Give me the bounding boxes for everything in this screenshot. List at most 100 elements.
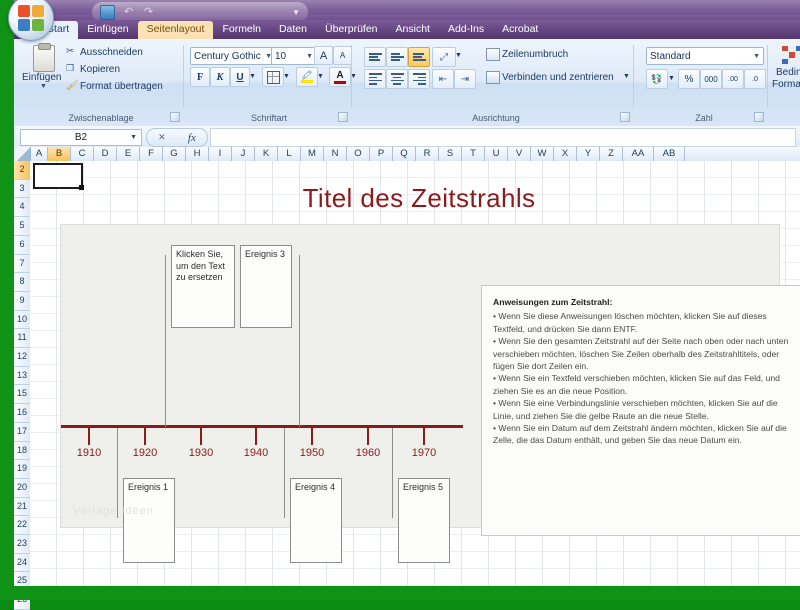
borders-dropdown-icon[interactable]: ▼ bbox=[283, 73, 290, 80]
connector-line[interactable] bbox=[165, 255, 166, 427]
row-header-13[interactable]: 13 bbox=[14, 366, 30, 386]
column-header-z[interactable]: Z bbox=[600, 147, 623, 161]
increase-decimal-button[interactable]: .00 bbox=[722, 69, 744, 89]
column-header-k[interactable]: K bbox=[255, 147, 278, 161]
event-box-below-1[interactable]: Ereignis 1 bbox=[123, 478, 175, 563]
event-box-above-1[interactable]: Klicken Sie, um den Text zu ersetzen bbox=[171, 245, 235, 328]
font-size-combo[interactable]: 10 ▼ bbox=[271, 47, 317, 65]
font-name-combo[interactable]: Century Gothic ▼ bbox=[190, 47, 276, 65]
row-header-16[interactable]: 16 bbox=[14, 404, 30, 423]
connector-line[interactable] bbox=[284, 428, 285, 518]
row-header-19[interactable]: 19 bbox=[14, 460, 30, 479]
paste-button[interactable]: Einfügen ▼ bbox=[22, 43, 61, 91]
row-header-11[interactable]: 11 bbox=[14, 329, 30, 349]
timeline-title[interactable]: Titel des Zeitstrahls bbox=[60, 183, 778, 214]
alignment-dialog-launcher[interactable] bbox=[620, 112, 630, 122]
cancel-formula-icon[interactable]: ✕ bbox=[158, 132, 166, 143]
tab-ansicht[interactable]: Ansicht bbox=[387, 21, 439, 39]
align-left-button[interactable] bbox=[364, 69, 386, 89]
timeline-canvas[interactable]: 1910 1920 1930 1940 1950 1960 1970 Klick… bbox=[60, 224, 800, 563]
select-all-corner[interactable] bbox=[14, 147, 31, 161]
increase-font-size-button[interactable]: A bbox=[314, 46, 333, 65]
event-box-above-2[interactable]: Ereignis 3 bbox=[240, 245, 292, 328]
name-box[interactable]: B2 ▼ bbox=[20, 129, 142, 146]
column-header-h[interactable]: H bbox=[186, 147, 209, 161]
underline-dropdown-icon[interactable]: ▼ bbox=[249, 73, 256, 80]
increase-indent-button[interactable]: ⇥ bbox=[454, 69, 476, 89]
row-header-23[interactable]: 23 bbox=[14, 535, 30, 554]
column-header-e[interactable]: E bbox=[117, 147, 140, 161]
align-bottom-button[interactable] bbox=[408, 47, 430, 67]
chevron-down-icon[interactable]: ▼ bbox=[302, 53, 313, 60]
column-header-q[interactable]: Q bbox=[393, 147, 416, 161]
column-header-b[interactable]: B bbox=[48, 147, 71, 161]
currency-button[interactable]: 💱 bbox=[646, 69, 668, 89]
column-header-m[interactable]: M bbox=[301, 147, 324, 161]
row-header-9[interactable]: 9 bbox=[14, 291, 30, 311]
worksheet-grid[interactable]: 1910 1920 1930 1940 1950 1960 1970 Klick… bbox=[30, 161, 800, 586]
row-header-20[interactable]: 20 bbox=[14, 478, 30, 498]
row-header-24[interactable]: 24 bbox=[14, 553, 30, 573]
row-header-2[interactable]: 2 bbox=[14, 161, 30, 180]
fill-color-button[interactable]: 🖍 bbox=[296, 67, 318, 87]
column-header-f[interactable]: F bbox=[140, 147, 163, 161]
connector-line[interactable] bbox=[299, 255, 300, 427]
column-header-v[interactable]: V bbox=[508, 147, 531, 161]
decrease-indent-button[interactable]: ⇤ bbox=[432, 69, 454, 89]
column-header-s[interactable]: S bbox=[439, 147, 462, 161]
conditional-formatting-label-line1[interactable]: Bedin bbox=[776, 67, 800, 78]
column-header-o[interactable]: O bbox=[347, 147, 370, 161]
tab-formeln[interactable]: Formeln bbox=[213, 21, 270, 39]
column-header-l[interactable]: L bbox=[278, 147, 301, 161]
row-header-22[interactable]: 22 bbox=[14, 516, 30, 536]
orientation-dropdown-icon[interactable]: ▼ bbox=[455, 52, 462, 59]
column-header-d[interactable]: D bbox=[94, 147, 117, 161]
percent-style-button[interactable]: % bbox=[678, 69, 700, 89]
event-box-below-2[interactable]: Ereignis 4 bbox=[290, 478, 342, 563]
undo-icon[interactable]: ↶ bbox=[122, 6, 135, 19]
fill-color-dropdown-icon[interactable]: ▼ bbox=[317, 73, 324, 80]
column-header-y[interactable]: Y bbox=[577, 147, 600, 161]
tab-daten[interactable]: Daten bbox=[270, 21, 316, 39]
orientation-button[interactable]: ⤢ bbox=[432, 47, 456, 67]
row-header-8[interactable]: 8 bbox=[14, 273, 30, 292]
font-color-button[interactable]: A bbox=[329, 67, 351, 87]
tab-seitenlayout[interactable]: Seitenlayout bbox=[137, 21, 214, 39]
underline-button[interactable]: U bbox=[230, 67, 250, 87]
row-header-6[interactable]: 6 bbox=[14, 235, 30, 255]
tab-ueberpruefen[interactable]: Überprüfen bbox=[316, 21, 387, 39]
column-header-g[interactable]: G bbox=[163, 147, 186, 161]
connector-line[interactable] bbox=[392, 428, 393, 518]
redo-icon[interactable]: ↷ bbox=[142, 6, 155, 19]
event-box-below-3[interactable]: Ereignis 5 bbox=[398, 478, 450, 563]
column-header-c[interactable]: C bbox=[71, 147, 94, 161]
currency-dropdown-icon[interactable]: ▼ bbox=[668, 75, 675, 82]
formula-input[interactable] bbox=[210, 128, 796, 147]
align-right-button[interactable] bbox=[408, 69, 430, 89]
align-top-button[interactable] bbox=[364, 47, 386, 67]
font-dialog-launcher[interactable] bbox=[338, 112, 348, 122]
column-header-n[interactable]: N bbox=[324, 147, 347, 161]
row-header-18[interactable]: 18 bbox=[14, 441, 30, 461]
row-header-5[interactable]: 5 bbox=[14, 217, 30, 236]
merge-center-dropdown-icon[interactable]: ▼ bbox=[623, 73, 630, 80]
column-header-p[interactable]: P bbox=[370, 147, 393, 161]
column-header-u[interactable]: U bbox=[485, 147, 508, 161]
borders-button[interactable] bbox=[262, 67, 284, 87]
column-header-a[interactable]: A bbox=[31, 147, 48, 161]
instructions-textbox[interactable]: Anweisungen zum Zeitstrahl: • Wenn Sie d… bbox=[481, 285, 800, 536]
column-header-aa[interactable]: AA bbox=[623, 147, 654, 161]
comma-style-button[interactable]: 000 bbox=[700, 69, 722, 89]
column-header-i[interactable]: I bbox=[209, 147, 232, 161]
row-header-21[interactable]: 21 bbox=[14, 497, 30, 517]
save-icon[interactable] bbox=[100, 4, 115, 20]
number-dialog-launcher[interactable] bbox=[754, 112, 764, 122]
decrease-decimal-button[interactable]: .0 bbox=[744, 69, 766, 89]
align-center-button[interactable] bbox=[386, 69, 408, 89]
insert-function-icon[interactable]: fx bbox=[188, 132, 196, 144]
column-header-j[interactable]: J bbox=[232, 147, 255, 161]
column-header-x[interactable]: X bbox=[554, 147, 577, 161]
row-header-3[interactable]: 3 bbox=[14, 179, 30, 199]
bold-button[interactable]: F bbox=[190, 67, 210, 87]
decrease-font-size-button[interactable]: A bbox=[333, 46, 352, 65]
